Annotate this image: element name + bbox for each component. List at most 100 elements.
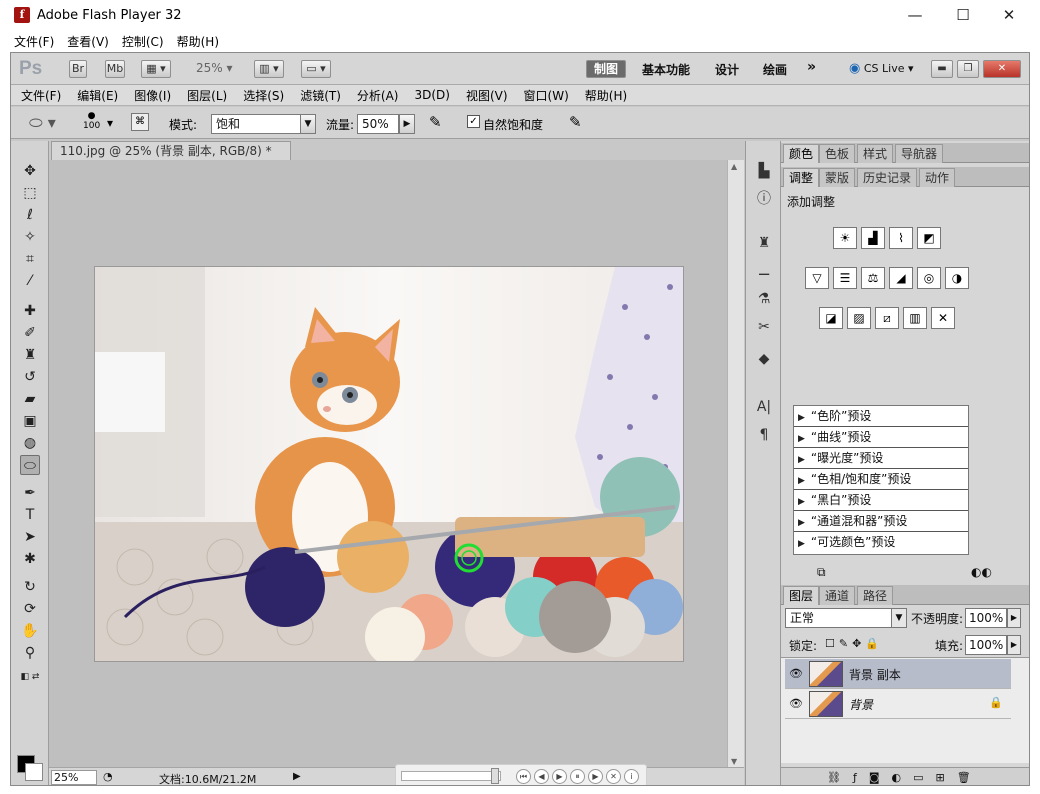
mode-select-arrow-icon[interactable]: ▼: [300, 114, 316, 134]
vibrance-checkbox[interactable]: ✓: [467, 115, 480, 128]
eraser-tool-icon[interactable]: ▰: [20, 389, 40, 409]
tab-swatches[interactable]: 色板: [819, 144, 856, 163]
gradient-tool-icon[interactable]: ▣: [20, 411, 40, 431]
ps-menu-help[interactable]: 帮助(H): [585, 87, 627, 104]
layer-visibility-eye-icon[interactable]: 👁: [789, 697, 803, 710]
preset-levels[interactable]: ▶ “色阶”预设: [794, 406, 968, 427]
selective-color-icon[interactable]: ✕: [931, 307, 955, 329]
step-back-icon[interactable]: ◀: [534, 769, 549, 784]
pause-icon[interactable]: ⏸: [570, 769, 585, 784]
stop-icon[interactable]: ✕: [606, 769, 621, 784]
playback-progress-bar[interactable]: [401, 771, 501, 781]
document-tab[interactable]: 110.jpg @ 25% (背景 副本, RGB/8) * ✕: [51, 141, 291, 177]
sponge-tool-preset-icon[interactable]: ⬭ ▾: [29, 113, 56, 133]
pen-tool-icon[interactable]: ✒: [20, 483, 40, 503]
photo-filter-icon[interactable]: ◎: [917, 267, 941, 289]
paragraph-panel-icon[interactable]: ¶: [754, 425, 774, 445]
zoom-tool-icon[interactable]: ⚲: [20, 643, 40, 663]
tab-paths[interactable]: 路径: [857, 586, 894, 605]
gradient-map-icon[interactable]: ▥: [903, 307, 927, 329]
info-panel-icon[interactable]: ⓘ: [754, 189, 774, 209]
view-extras-button[interactable]: ▦ ▾: [141, 60, 171, 78]
character-panel-icon[interactable]: A|: [754, 397, 774, 417]
scroll-up-icon[interactable]: ▲: [731, 162, 737, 171]
levels-icon[interactable]: ▟: [861, 227, 885, 249]
tab-adjustments[interactable]: 调整: [783, 168, 820, 187]
layer-row-background[interactable]: 👁 背景 🔒: [785, 689, 1011, 719]
play-icon[interactable]: ▶: [552, 769, 567, 784]
move-tool-icon[interactable]: ✥: [20, 161, 40, 181]
brush-panel-toggle-icon[interactable]: ⌘: [131, 113, 149, 131]
menu-help[interactable]: 帮助(H): [177, 33, 219, 50]
layers-panel-footer-icons[interactable]: ⛓ƒ◙◐▭⊞🗑: [781, 767, 1029, 785]
ps-menu-image[interactable]: 图像(I): [134, 87, 171, 104]
flow-input[interactable]: 50%: [357, 114, 399, 134]
exposure-icon[interactable]: ◩: [917, 227, 941, 249]
3d-panel-icon[interactable]: ✂: [754, 317, 774, 337]
arrange-documents-button[interactable]: ▥ ▾: [254, 60, 284, 78]
histogram-panel-icon[interactable]: ▙: [754, 161, 774, 181]
menu-view[interactable]: 查看(V): [67, 33, 109, 50]
ps-menu-3d[interactable]: 3D(D): [414, 88, 449, 102]
preset-exposure[interactable]: ▶ “曝光度”预设: [794, 448, 968, 469]
workspace-design[interactable]: 设计: [715, 61, 739, 78]
adjustment-panel-options-icon[interactable]: ◐◐: [971, 565, 992, 579]
tab-color[interactable]: 颜色: [783, 144, 820, 163]
preset-hue-saturation[interactable]: ▶ “色相/饱和度”预设: [794, 469, 968, 490]
preset-curves[interactable]: ▶ “曲线”预设: [794, 427, 968, 448]
cs-live-button[interactable]: ◉ CS Live ▾: [849, 61, 914, 76]
blur-tool-icon[interactable]: ◍: [20, 433, 40, 453]
clone-stamp-tool-icon[interactable]: ♜: [20, 345, 40, 365]
status-menu-arrow-icon[interactable]: ▶: [293, 771, 301, 782]
color-balance-icon[interactable]: ⚖: [861, 267, 885, 289]
invert-icon[interactable]: ◪: [819, 307, 843, 329]
crop-tool-icon[interactable]: ⌗: [20, 249, 40, 269]
workspace-essentials-active[interactable]: 制图: [586, 60, 626, 78]
3d-rotate-tool-icon[interactable]: ↻: [20, 577, 40, 597]
opacity-input[interactable]: 100%: [965, 608, 1007, 628]
flow-arrow-icon[interactable]: ▶: [399, 114, 415, 134]
3d-orbit-tool-icon[interactable]: ⟳: [20, 599, 40, 619]
playback-scrubber[interactable]: [491, 768, 499, 784]
more-workspaces-icon[interactable]: »: [807, 59, 816, 75]
tab-actions[interactable]: 动作: [919, 168, 956, 187]
marquee-tool-icon[interactable]: ⬚: [20, 183, 40, 203]
step-forward-icon[interactable]: ▶: [588, 769, 603, 784]
menu-control[interactable]: 控制(C): [122, 33, 164, 50]
pressure-size-icon[interactable]: ✎: [569, 113, 582, 131]
kitten-photo[interactable]: [95, 267, 683, 661]
lasso-tool-icon[interactable]: ℓ: [20, 205, 40, 225]
rewind-start-icon[interactable]: ⏮: [516, 769, 531, 784]
ps-menu-select[interactable]: 选择(S): [243, 87, 284, 104]
ps-restore-button[interactable]: ❐: [957, 60, 979, 78]
menu-file[interactable]: 文件(F): [14, 33, 54, 50]
ps-menu-edit[interactable]: 编辑(E): [77, 87, 118, 104]
brush-picker[interactable]: ● 100: [83, 111, 100, 131]
masks-panel-icon[interactable]: ◆: [754, 349, 774, 369]
workspace-painting[interactable]: 绘画: [763, 61, 787, 78]
workspace-basic[interactable]: 基本功能: [642, 61, 690, 78]
minibridge-button[interactable]: Mb: [105, 60, 125, 78]
status-info-icon[interactable]: ◔: [103, 770, 113, 783]
preset-selective-color[interactable]: ▶ “可选颜色”预设: [794, 532, 968, 553]
history-brush-tool-icon[interactable]: ↺: [20, 367, 40, 387]
scroll-down-icon[interactable]: ▼: [731, 757, 737, 766]
tab-masks[interactable]: 蒙版: [819, 168, 856, 187]
posterize-icon[interactable]: ▨: [847, 307, 871, 329]
lock-options-icons[interactable]: ☐✎✥🔒: [825, 637, 883, 650]
minimize-button[interactable]: —: [892, 0, 938, 30]
tool-presets-panel-icon[interactable]: ⚗: [754, 289, 774, 309]
canvas-vertical-scrollbar[interactable]: ▲ ▼: [727, 160, 744, 768]
screen-mode-button[interactable]: ▭ ▾: [301, 60, 331, 78]
ps-minimize-button[interactable]: ▬: [931, 60, 953, 78]
default-colors-icon[interactable]: ◧ ⇄: [20, 667, 40, 687]
zoom-level-select[interactable]: 25% ▾: [196, 61, 233, 75]
opacity-arrow-icon[interactable]: ▶: [1007, 608, 1021, 628]
hue-saturation-icon[interactable]: ☰: [833, 267, 857, 289]
preset-black-white[interactable]: ▶ “黑白”预设: [794, 490, 968, 511]
ps-menu-window[interactable]: 窗口(W): [524, 87, 569, 104]
ps-menu-view[interactable]: 视图(V): [466, 87, 508, 104]
tab-channels[interactable]: 通道: [819, 586, 856, 605]
path-selection-tool-icon[interactable]: ➤: [20, 527, 40, 547]
tab-history[interactable]: 历史记录: [857, 168, 918, 187]
